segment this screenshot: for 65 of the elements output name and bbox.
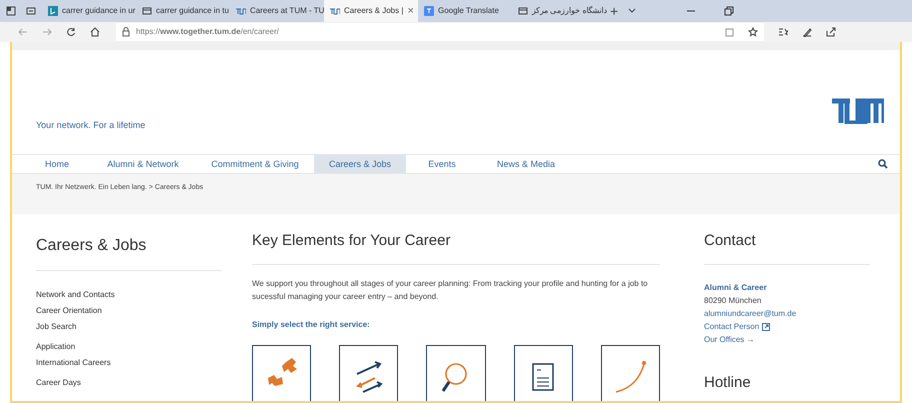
page-icon [142, 6, 152, 16]
section-title: Key Elements for Your Career [252, 228, 660, 265]
pen-icon[interactable] [802, 27, 812, 37]
service-tile[interactable] [514, 345, 573, 401]
share-icon[interactable] [826, 27, 836, 37]
sidebar-link[interactable]: Career Days [36, 376, 222, 388]
tabs-icon[interactable] [6, 6, 16, 16]
service-tile[interactable] [426, 345, 486, 401]
nav-link[interactable]: Commitment & Giving [196, 155, 314, 174]
nav-link[interactable]: Events [406, 155, 478, 174]
close-tab-button[interactable]: × [407, 2, 414, 20]
tab-title: Careers & Jobs | [344, 5, 404, 17]
contact-address: 80290 München [704, 295, 762, 307]
browser-tab[interactable]: Google Translate [418, 0, 512, 22]
restore-icon[interactable] [724, 6, 734, 16]
home-icon[interactable] [90, 27, 100, 37]
hotline-title: Hotline [704, 373, 752, 393]
sidebar-link[interactable]: International Careers [36, 356, 222, 368]
translate-icon [424, 6, 434, 16]
tum-logo-icon [236, 6, 246, 16]
external-link-icon [762, 322, 770, 330]
intro-paragraph: We support you throughout all stages of your career planning: From tracking your profile and hunting for a job to sucessful managing your career entry – and beyond. [252, 278, 649, 303]
tum-logo-icon [330, 6, 340, 16]
browser-tab[interactable]: دانشگاه خوارزمی مرکز [512, 0, 606, 22]
contact-person-link[interactable]: Contact Person [704, 320, 760, 333]
refresh-icon[interactable] [66, 27, 76, 37]
offices-link[interactable]: Our Offices → [704, 333, 870, 346]
tab-title: carrer guidance in tu [156, 5, 229, 17]
tab-title: دانشگاه خوارزمی مرکز [532, 5, 608, 17]
sidebar-link[interactable]: Career Orientation [36, 304, 222, 316]
lock-icon [122, 27, 130, 37]
star-icon[interactable] [748, 27, 758, 37]
service-prompt: Simply select the right service: [252, 319, 371, 331]
reading-view-icon [725, 28, 734, 36]
url-text: https://www.together.tum.de/en/career/ [136, 26, 279, 38]
service-tile[interactable] [339, 345, 398, 401]
tab-title: carrer guidance in ur [62, 5, 136, 17]
contact-title: Contact [704, 228, 870, 265]
tab-title: Google Translate [438, 5, 499, 17]
email-link[interactable]: alumniundcareer@tum.de [704, 307, 870, 320]
sidebar-title: Careers & Jobs [36, 228, 222, 270]
service-tile[interactable] [600, 345, 660, 401]
favorites-icon[interactable] [778, 27, 788, 37]
browser-tab[interactable]: carrer guidance in ur [42, 0, 136, 22]
new-tab-button[interactable]: + [610, 0, 618, 22]
nav-link[interactable]: Careers & Jobs [314, 155, 406, 174]
sidebar-link[interactable]: Application [36, 340, 222, 352]
tab-title: Careers at TUM - TU [250, 5, 324, 17]
chevron-down-icon[interactable] [628, 8, 636, 14]
bing-logo-icon [48, 6, 58, 16]
tagline: Your network. For a lifetime [36, 118, 146, 132]
browser-tab[interactable]: carrer guidance in tu [136, 0, 230, 22]
nav-link[interactable]: Alumni & Network [90, 155, 196, 174]
nav-link[interactable]: News & Media [478, 155, 574, 174]
browser-tab[interactable]: Careers at TUM - TU [230, 0, 324, 22]
sidebar-link[interactable]: Network and Contacts [36, 288, 222, 300]
address-field[interactable]: https://www.together.tum.de/en/career/ [116, 23, 764, 41]
contact-name: Alumni & Career [704, 282, 768, 294]
browser-tab[interactable]: Careers & Jobs | × [324, 0, 418, 22]
tum-logo [832, 98, 884, 124]
page-icon [518, 6, 528, 16]
set-aside-icon[interactable] [26, 6, 36, 16]
nav-link[interactable]: Home [24, 155, 90, 174]
service-tile[interactable] [252, 345, 312, 401]
sidebar-link[interactable]: Job Search [36, 320, 222, 332]
